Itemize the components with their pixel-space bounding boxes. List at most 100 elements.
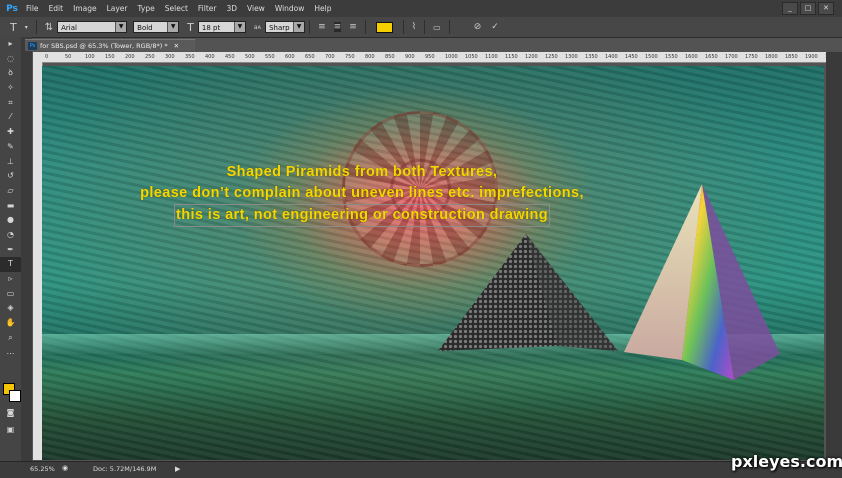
zoom-options-icon[interactable]: ◉ bbox=[62, 464, 68, 472]
ruler-tick-label: 550 bbox=[265, 54, 275, 60]
type-tool-icon[interactable]: T bbox=[10, 21, 17, 34]
pen-tool-icon[interactable]: ✒ bbox=[0, 243, 21, 258]
document-canvas[interactable]: Shaped Piramids from both Textures, plea… bbox=[42, 66, 824, 460]
font-size-dropdown[interactable]: 18 pt ▼ bbox=[197, 21, 246, 33]
ruler-tick-label: 950 bbox=[425, 54, 435, 60]
font-style-dropdown[interactable]: Bold ▼ bbox=[133, 21, 180, 33]
history-brush-tool-icon[interactable]: ↺ bbox=[0, 169, 21, 184]
psd-file-icon: Ps bbox=[28, 42, 37, 50]
font-family-value: Arial bbox=[61, 24, 77, 32]
close-tab-icon[interactable]: ✕ bbox=[174, 42, 179, 50]
zoom-tool-icon[interactable]: ⌕ bbox=[0, 331, 21, 346]
3d-tool-icon[interactable]: ◈ bbox=[0, 301, 21, 316]
align-left-icon[interactable]: ≡ bbox=[318, 22, 326, 32]
ruler-tick-label: 1050 bbox=[465, 54, 478, 60]
ruler-tick-label: 1450 bbox=[625, 54, 638, 60]
menu-type[interactable]: Type bbox=[138, 4, 155, 13]
dodge-tool-icon[interactable]: ◔ bbox=[0, 228, 21, 243]
warp-text-icon[interactable]: ⌇ bbox=[412, 22, 416, 32]
rainbow-pyramid bbox=[624, 184, 780, 380]
menu-layer[interactable]: Layer bbox=[107, 4, 128, 13]
antialias-value: Sharp bbox=[269, 24, 290, 32]
chevron-down-icon[interactable]: ▾ bbox=[25, 24, 28, 31]
align-center-icon[interactable]: ≡ bbox=[333, 22, 342, 32]
maximize-button[interactable]: □ bbox=[800, 2, 816, 15]
align-right-icon[interactable]: ≡ bbox=[349, 22, 357, 32]
antialias-dropdown[interactable]: Sharp ▼ bbox=[265, 21, 306, 33]
background-color-swatch[interactable] bbox=[9, 390, 21, 402]
menu-3d[interactable]: 3D bbox=[226, 4, 237, 13]
menu-view[interactable]: View bbox=[247, 4, 265, 13]
menu-filter[interactable]: Filter bbox=[198, 4, 217, 13]
path-select-tool-icon[interactable]: ▹ bbox=[0, 272, 21, 287]
cancel-icon[interactable]: ⊘ bbox=[474, 22, 482, 32]
screen-mode-icon[interactable]: ▣ bbox=[0, 423, 21, 438]
stamp-tool-icon[interactable]: ⊥ bbox=[0, 155, 21, 170]
ruler-tick-label: 1300 bbox=[565, 54, 578, 60]
ruler-tick-label: 250 bbox=[145, 54, 155, 60]
more-tools-icon[interactable]: … bbox=[0, 345, 21, 360]
font-style-value: Bold bbox=[137, 24, 153, 32]
menu-file[interactable]: File bbox=[26, 4, 39, 13]
divider bbox=[364, 20, 366, 34]
text-layer[interactable]: Shaped Piramids from both Textures, plea… bbox=[42, 162, 682, 227]
menu-help[interactable]: Help bbox=[314, 4, 331, 13]
panel-dock bbox=[826, 52, 842, 461]
panel-gutter bbox=[21, 37, 32, 461]
ruler-tick-label: 800 bbox=[365, 54, 375, 60]
ruler-tick-label: 50 bbox=[65, 54, 72, 60]
ruler-tick-label: 1200 bbox=[525, 54, 538, 60]
crop-tool-icon[interactable]: ⌗ bbox=[0, 96, 21, 111]
close-button[interactable]: ✕ bbox=[818, 2, 834, 15]
ruler-horizontal[interactable]: 0 50 100 150 200 250 300 350 400 450 500 550 600 650 7… bbox=[33, 52, 826, 63]
menu-select[interactable]: Select bbox=[165, 4, 188, 13]
quick-select-tool-icon[interactable]: ✧ bbox=[0, 81, 21, 96]
status-menu-arrow-icon[interactable]: ▶ bbox=[175, 465, 180, 473]
chevron-down-icon: ▼ bbox=[115, 22, 127, 32]
gradient-tool-icon[interactable]: ▬ bbox=[0, 199, 21, 214]
ruler-tick-label: 850 bbox=[385, 54, 395, 60]
ruler-tick-label: 1750 bbox=[745, 54, 758, 60]
healing-tool-icon[interactable]: ✚ bbox=[0, 125, 21, 140]
document-tab-label: for SBS.psd @ 65.3% (Tower, RGB/8*) * bbox=[40, 42, 168, 50]
shape-tool-icon[interactable]: ▭ bbox=[0, 287, 21, 302]
minimize-button[interactable]: _ bbox=[782, 2, 798, 15]
eyedropper-tool-icon[interactable]: ⁄ bbox=[0, 110, 21, 125]
font-size-value: 18 pt bbox=[201, 24, 221, 32]
document-tab[interactable]: Ps for SBS.psd @ 65.3% (Tower, RGB/8*) * … bbox=[25, 39, 195, 51]
ruler-tick-label: 1900 bbox=[805, 54, 818, 60]
eraser-tool-icon[interactable]: ▱ bbox=[0, 184, 21, 199]
ruler-tick-label: 400 bbox=[205, 54, 215, 60]
hand-tool-icon[interactable]: ✋ bbox=[0, 316, 21, 331]
ruler-tick-label: 450 bbox=[225, 54, 235, 60]
ruler-tick-label: 650 bbox=[305, 54, 315, 60]
watermark: pxleyes.com bbox=[731, 452, 842, 471]
blur-tool-icon[interactable]: ● bbox=[0, 213, 21, 228]
chevron-down-icon: ▼ bbox=[167, 22, 179, 32]
menu-window[interactable]: Window bbox=[275, 4, 305, 13]
type-tool-icon[interactable]: T bbox=[0, 257, 21, 272]
font-family-dropdown[interactable]: Arial ▼ bbox=[57, 21, 128, 33]
ruler-tick-label: 0 bbox=[45, 54, 49, 60]
zoom-level[interactable]: 65.25% bbox=[30, 465, 55, 473]
divider bbox=[309, 20, 311, 34]
ruler-tick-label: 1350 bbox=[585, 54, 598, 60]
marquee-tool-icon[interactable]: ◌ bbox=[0, 52, 21, 67]
brush-tool-icon[interactable]: ✎ bbox=[0, 140, 21, 155]
commit-icon[interactable]: ✓ bbox=[491, 22, 499, 32]
text-line-2: please don’t complain about uneven lines… bbox=[140, 185, 584, 201]
divider bbox=[424, 20, 426, 34]
quick-mask-icon[interactable]: ◙ bbox=[0, 406, 21, 421]
lasso-tool-icon[interactable]: ꝺ bbox=[0, 66, 21, 81]
move-tool-icon[interactable]: ▸ bbox=[0, 37, 21, 52]
text-orientation-icon[interactable]: ⇅ bbox=[45, 22, 53, 33]
font-size-icon: T bbox=[187, 20, 194, 34]
divider bbox=[35, 20, 37, 34]
menu-image[interactable]: Image bbox=[73, 4, 97, 13]
character-panel-icon[interactable]: ▭ bbox=[433, 23, 441, 32]
pyramid-face-left bbox=[438, 234, 558, 351]
text-line-3: this is art, not engineering or construc… bbox=[173, 204, 551, 227]
ruler-tick-label: 1700 bbox=[725, 54, 738, 60]
text-color-swatch[interactable] bbox=[375, 21, 393, 33]
menu-edit[interactable]: Edit bbox=[49, 4, 64, 13]
